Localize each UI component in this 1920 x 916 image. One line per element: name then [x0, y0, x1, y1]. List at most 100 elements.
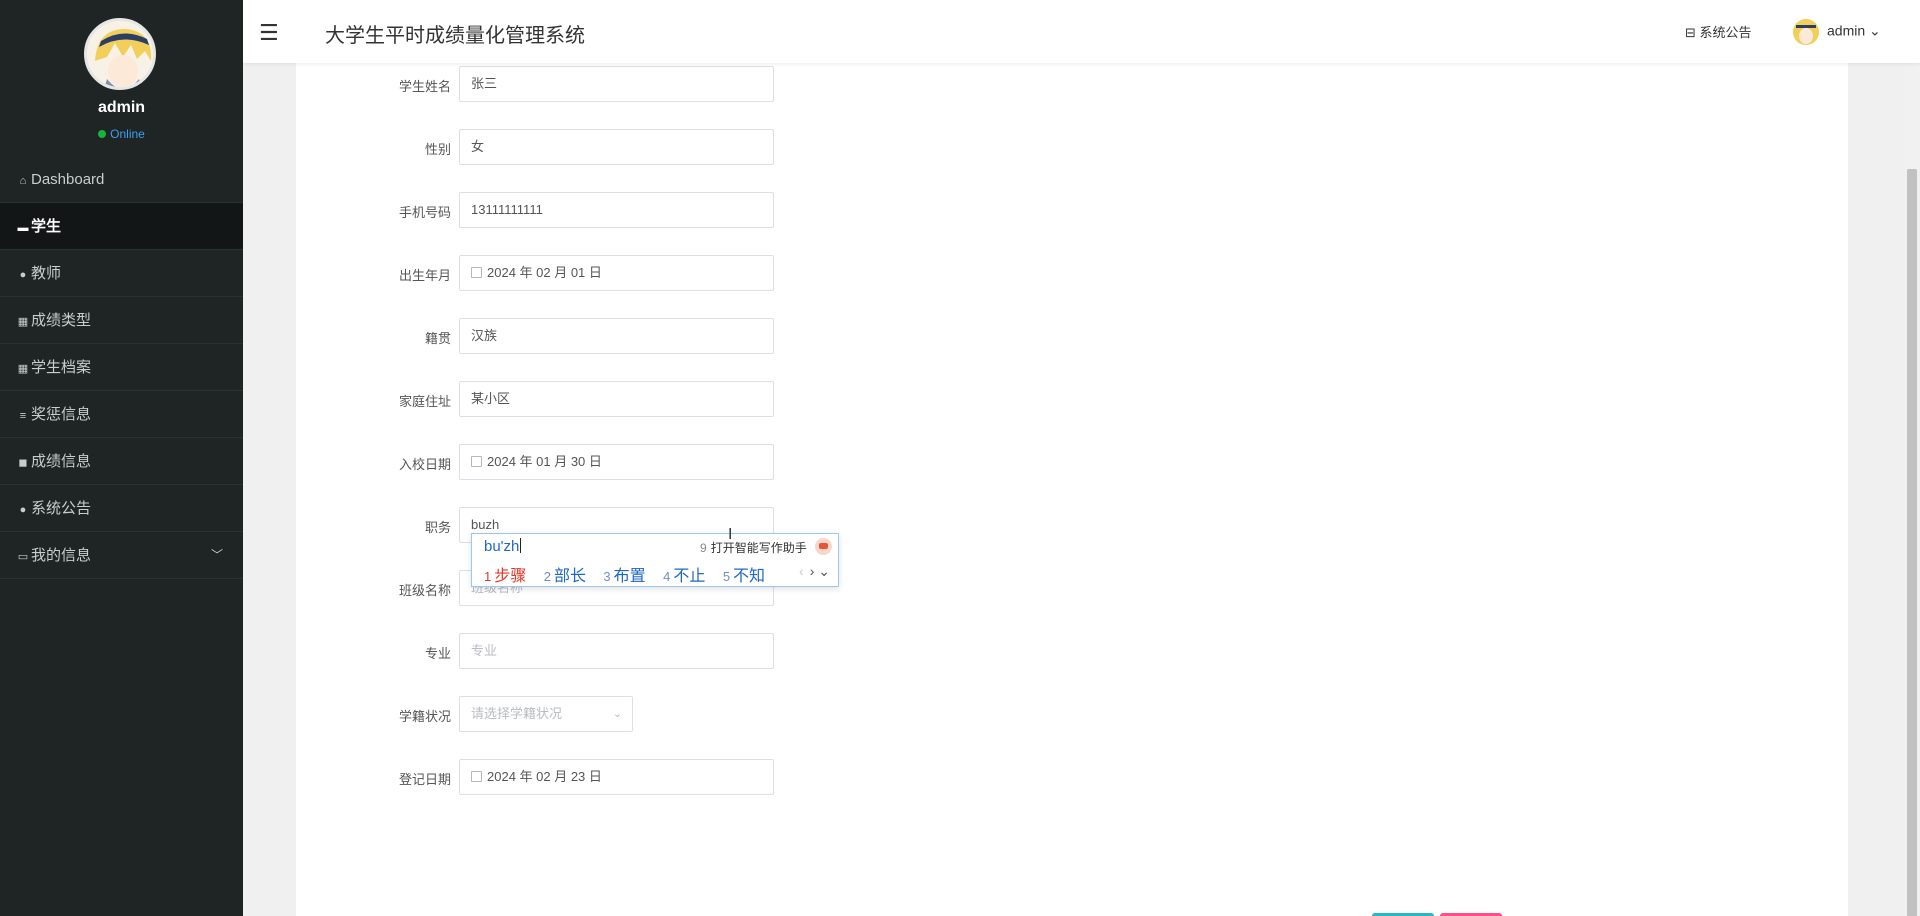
status-select[interactable]: 请选择学籍状况 ⌄	[459, 696, 633, 732]
ime-candidate-text: 步骤	[494, 568, 527, 585]
ime-candidate[interactable]: 5 不知	[723, 568, 765, 585]
name-label: 学生姓名	[398, 79, 451, 94]
top-header: ☰ 大学生平时成绩量化管理系统 ⊟ 系统公告 admin ⌄	[243, 0, 1920, 63]
card-icon: ▭	[17, 551, 29, 563]
register-date-picker[interactable]: 2024 年 02 月 23 日	[459, 759, 774, 795]
avatar-image	[87, 21, 153, 87]
sidebar-item-notices[interactable]: ● 系统公告	[0, 485, 243, 532]
phone-value: 13111111111	[471, 202, 543, 217]
briefcase-icon: ⊟	[1685, 25, 1696, 40]
ime-candidate-number: 2	[543, 569, 551, 584]
chevron-down-icon[interactable]: ⌄	[818, 563, 830, 579]
ime-candidate-list: 1 步骤 2 部长 3 布置 4 不止 5 不知	[484, 562, 778, 586]
menu-toggle-icon[interactable]: ☰	[259, 20, 279, 46]
notice-label: 系统公告	[1699, 25, 1752, 40]
sidebar-item-teachers[interactable]: ● 教师	[0, 250, 243, 297]
form-row-major: 专业 专业	[296, 633, 1096, 669]
notice-link[interactable]: ⊟ 系统公告	[1685, 22, 1752, 41]
sidebar-item-label: 学生	[31, 218, 62, 235]
form-row-address: 家庭住址 某小区	[296, 381, 1096, 417]
calendar-icon	[471, 771, 482, 782]
form-row-enroll: 入校日期 2024 年 01 月 30 日	[296, 444, 1096, 480]
ime-nav: ‹ › ⌄	[799, 563, 830, 580]
user-menu-label: admin	[1827, 22, 1866, 39]
class-label: 班级名称	[398, 583, 451, 598]
register-value: 2024 年 02 月 23 日	[487, 769, 602, 784]
sidebar-item-student-archive[interactable]: ▦ 学生档案	[0, 344, 243, 391]
sidebar-item-label: 系统公告	[31, 500, 92, 517]
phone-input[interactable]: 13111111111	[459, 192, 774, 228]
text-cursor-icon: I	[728, 526, 733, 543]
ime-candidate-text: 布置	[613, 568, 646, 585]
ime-candidate-text: 部长	[553, 568, 586, 585]
gender-value: 女	[471, 139, 485, 154]
sidebar-item-rewards[interactable]: ≡ 奖惩信息	[0, 391, 243, 438]
sidebar-user-name: admin	[97, 99, 146, 116]
address-input[interactable]: 某小区	[459, 381, 774, 417]
grid-icon: ▦	[17, 316, 29, 328]
sidebar-item-dashboard[interactable]: ⌂ Dashboard	[0, 156, 243, 203]
page-scrollbar[interactable]	[1904, 63, 1920, 916]
form-row-phone: 手机号码 13111111111	[296, 192, 1096, 228]
chevron-right-icon[interactable]: ›	[810, 563, 815, 579]
form-row-register: 登记日期 2024 年 02 月 23 日	[296, 759, 1096, 795]
origin-value: 汉族	[471, 328, 498, 343]
assistant-icon[interactable]	[815, 538, 832, 555]
scrollbar-thumb[interactable]	[1907, 169, 1917, 916]
ime-assist-link[interactable]: 9 打开智能写作助手	[700, 539, 807, 556]
name-input[interactable]: 张三	[459, 66, 774, 102]
sidebar-item-my-info[interactable]: ▭ 我的信息 ﹀	[0, 532, 243, 579]
sidebar-item-label: 成绩信息	[31, 453, 92, 470]
register-label: 登记日期	[398, 772, 451, 787]
online-dot-icon	[98, 130, 107, 138]
sidebar-item-students[interactable]: ▬ 学生	[0, 203, 243, 250]
ime-candidate[interactable]: 4 不止	[663, 568, 705, 585]
origin-input[interactable]: 汉族	[459, 318, 774, 354]
address-label: 家庭住址	[398, 394, 451, 409]
sidebar-item-label: 成绩类型	[31, 312, 92, 329]
sidebar-item-label: Dashboard	[31, 171, 105, 188]
gender-label: 性别	[424, 142, 451, 157]
online-status: Online	[0, 127, 243, 141]
form-row-birth: 出生年月 2024 年 02 月 01 日	[296, 255, 1096, 291]
table-icon: ▦	[17, 363, 29, 375]
calendar-icon	[471, 267, 482, 278]
address-value: 某小区	[471, 391, 511, 406]
avatar[interactable]	[84, 18, 156, 90]
sidebar-item-score-types[interactable]: ▦ 成绩类型	[0, 297, 243, 344]
ime-candidate-text: 不止	[673, 568, 706, 585]
pin-icon: ●	[19, 504, 27, 516]
ime-composition: bu'zh	[484, 538, 520, 555]
phone-label: 手机号码	[398, 205, 451, 220]
form-panel: 学生姓名 张三 性别 女 手机号码 13111111111 出生年月 2024 …	[296, 63, 1848, 916]
birth-label: 出生年月	[398, 268, 451, 283]
ime-candidate-number: 3	[603, 569, 611, 584]
sidebar-item-label: 奖惩信息	[31, 406, 92, 423]
form-row-origin: 籍贯 汉族	[296, 318, 1096, 354]
enroll-label: 入校日期	[398, 457, 451, 472]
name-value: 张三	[471, 76, 498, 91]
ime-candidate-number: 1	[484, 569, 492, 584]
ime-candidate[interactable]: 3 布置	[603, 568, 645, 585]
duty-value: buzh	[471, 517, 500, 532]
sidebar-item-scores[interactable]: ◼ 成绩信息	[0, 438, 243, 485]
user-menu[interactable]: admin ⌄	[1793, 19, 1881, 45]
ime-candidate[interactable]: 1 步骤	[484, 568, 526, 585]
chevron-left-icon[interactable]: ‹	[799, 563, 804, 579]
major-label: 专业	[424, 646, 451, 661]
enroll-date-picker[interactable]: 2024 年 01 月 30 日	[459, 444, 774, 480]
ime-assist-label: 打开智能写作助手	[710, 541, 807, 555]
sidebar-item-label: 教师	[31, 265, 62, 282]
chevron-down-icon: ⌄	[1869, 22, 1881, 39]
online-label: Online	[110, 127, 145, 141]
chevron-down-icon: ﹀	[210, 548, 223, 562]
ime-candidate[interactable]: 2 部长	[544, 568, 586, 585]
birth-date-picker[interactable]: 2024 年 02 月 01 日	[459, 255, 774, 291]
major-input[interactable]: 专业	[459, 633, 774, 669]
gender-input[interactable]: 女	[459, 129, 774, 165]
user-icon: ●	[19, 269, 27, 281]
home-icon: ⌂	[19, 175, 27, 187]
status-placeholder: 请选择学籍状况	[471, 706, 563, 721]
mini-avatar-image	[1793, 19, 1819, 45]
ime-assist-number: 9	[700, 541, 707, 555]
